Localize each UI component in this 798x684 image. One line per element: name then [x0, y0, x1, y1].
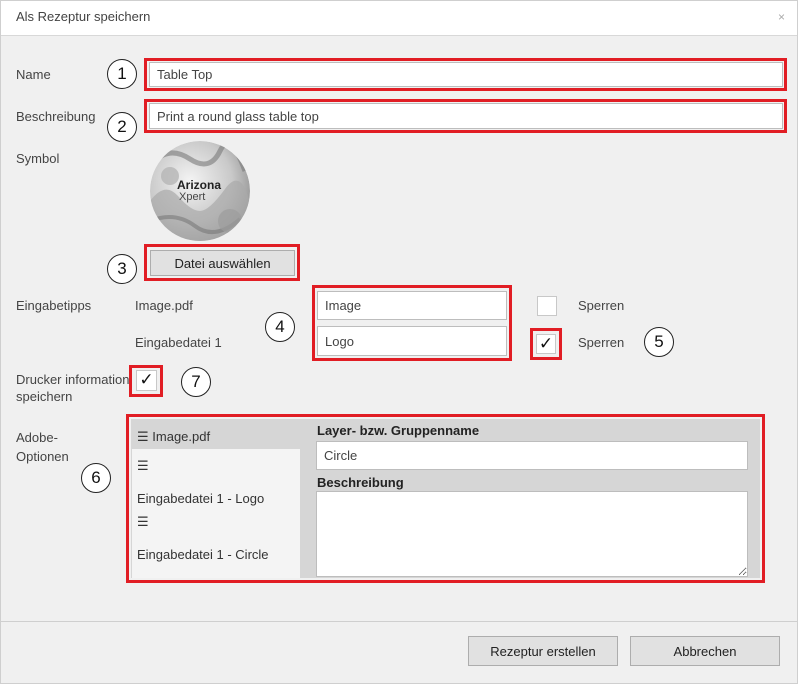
callout-1: 1: [107, 59, 137, 89]
adobe-description-textarea[interactable]: [316, 491, 748, 577]
create-recipe-button[interactable]: Rezeptur erstellen: [468, 636, 618, 666]
tree-item-input-file-circle[interactable]: Eingabedatei 1 - Circle: [137, 547, 269, 562]
hint-name-image-pdf: Image.pdf: [135, 298, 193, 313]
hint-name-input-file-1: Eingabedatei 1: [135, 335, 222, 350]
callout-2: 2: [107, 112, 137, 142]
lock-label-logo: Sperren: [578, 335, 625, 350]
tree-handle-icon: ☰: [137, 514, 149, 529]
description-label: Beschreibung: [16, 109, 96, 124]
cancel-button[interactable]: Abbrechen: [630, 636, 780, 666]
recipe-symbol-image: Arizona Xpert: [150, 141, 250, 241]
symbol-label: Symbol: [16, 151, 60, 166]
callout-4: 4: [265, 312, 295, 342]
logo-text-xpert: Xpert: [179, 191, 205, 203]
tree-handle-icon: ☰: [137, 458, 149, 473]
description-input[interactable]: [149, 103, 783, 129]
layer-name-label: Layer- bzw. Gruppenname: [317, 423, 480, 438]
input-hints-label: Eingabetipps: [16, 298, 92, 313]
close-icon[interactable]: ×: [778, 10, 785, 24]
printer-info-checkbox[interactable]: ✓: [136, 370, 157, 391]
callout-7: 7: [181, 367, 211, 397]
choose-file-button[interactable]: Datei auswählen: [150, 250, 295, 276]
hint-value-image-input[interactable]: [317, 291, 507, 320]
name-label: Name: [16, 67, 51, 82]
callout-3: 3: [107, 254, 137, 284]
hint-value-logo-input[interactable]: [317, 326, 507, 356]
footer-divider: [1, 621, 797, 622]
layer-name-input[interactable]: [316, 441, 748, 470]
lock-label-image: Sperren: [578, 298, 625, 313]
callout-5: 5: [644, 327, 674, 357]
title-bar: Als Rezeptur speichern ×: [1, 1, 797, 36]
dialog-title: Als Rezeptur speichern: [16, 9, 151, 24]
adobe-options-label-line1: Adobe-: [16, 430, 58, 445]
logo-text-arizona: Arizona: [177, 178, 221, 192]
adobe-options-label-line2: Optionen: [16, 449, 69, 464]
lock-checkbox-logo[interactable]: ✓: [536, 334, 556, 354]
callout-6: 6: [81, 463, 111, 493]
tree-item-image-pdf[interactable]: ☰ Image.pdf: [137, 429, 210, 445]
adobe-description-label: Beschreibung: [317, 475, 404, 490]
lock-checkbox-image[interactable]: [537, 296, 557, 316]
tree-handle-icon: ☰: [137, 429, 149, 444]
name-input[interactable]: [149, 62, 783, 87]
save-recipe-dialog: Als Rezeptur speichern × Name 1 Beschrei…: [0, 0, 798, 684]
tree-item-input-file-logo[interactable]: Eingabedatei 1 - Logo: [137, 491, 264, 506]
printer-info-label-line1: Drucker information: [16, 372, 130, 387]
printer-info-label-line2: speichern: [16, 389, 73, 404]
